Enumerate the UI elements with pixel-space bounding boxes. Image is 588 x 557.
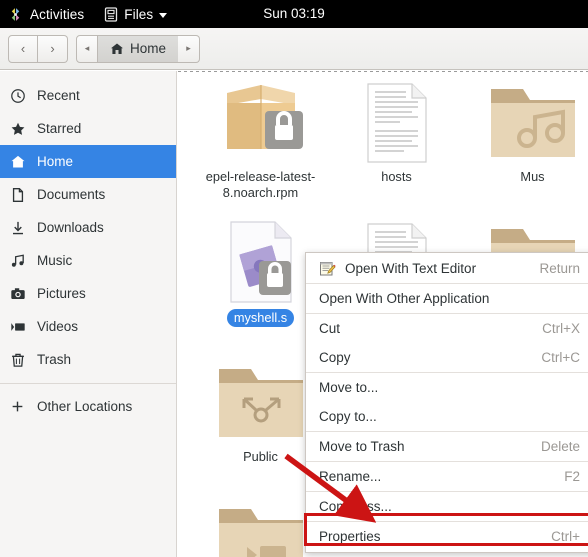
menu-item-label: Move to... xyxy=(319,380,379,395)
music-folder-icon xyxy=(487,75,579,163)
menu-item-label: Move to Trash xyxy=(319,439,405,454)
back-button[interactable]: ‹ xyxy=(8,34,38,63)
menu-item-copy-to[interactable]: Copy to... xyxy=(306,402,588,431)
app-menu-label: Files xyxy=(124,6,154,22)
public-folder-icon xyxy=(215,355,307,443)
menu-item-label: Compress... xyxy=(319,499,392,514)
menu-item-open-with-other-application[interactable]: Open With Other Application xyxy=(306,284,588,313)
breadcrumb-home[interactable]: Home xyxy=(98,34,179,63)
chevron-down-icon xyxy=(159,12,168,18)
sidebar-item-videos[interactable]: Videos xyxy=(0,310,176,343)
sidebar-item-label: Starred xyxy=(37,121,82,136)
menu-item-label: Copy xyxy=(319,350,351,365)
files-app-icon xyxy=(104,6,118,22)
file-label: Mus xyxy=(520,169,545,184)
sidebar: Recent Starred Home Documents Downloads Music… xyxy=(0,71,177,557)
path-scroll-left-button[interactable]: ◂ xyxy=(76,34,98,63)
file-context-menu[interactable]: Open With Text Editor Return Open With Oth… xyxy=(305,252,588,553)
menu-item-shortcut: F2 xyxy=(564,469,580,484)
sidebar-item-starred[interactable]: Starred xyxy=(0,112,176,145)
activities-pinwheel-icon xyxy=(8,7,23,22)
sidebar-item-label: Recent xyxy=(37,88,80,103)
activities-label: Activities xyxy=(30,6,85,22)
text-document-icon xyxy=(366,75,428,163)
menu-item-label: Properties xyxy=(319,529,381,544)
file-manager-window: Activities Files Sun 03:19 ‹ › ◂ Home ▸ … xyxy=(0,0,588,557)
sidebar-item-pictures[interactable]: Pictures xyxy=(0,277,176,310)
menu-item-label: Rename... xyxy=(319,469,382,484)
sidebar-item-label: Videos xyxy=(37,319,79,334)
file-item[interactable]: Mus xyxy=(465,75,588,185)
menu-item-shortcut: Ctrl+C xyxy=(541,350,580,365)
path-bar: ◂ Home ▸ xyxy=(76,34,201,63)
file-label: epel-release-latest-8.noarch.rpm xyxy=(205,169,316,200)
menu-item-rename[interactable]: Rename... F2 xyxy=(306,462,588,491)
file-label: myshell.s xyxy=(226,309,295,327)
menu-item-shortcut: Return xyxy=(539,261,580,276)
sidebar-item-label: Home xyxy=(37,154,74,169)
menu-item-label: Copy to... xyxy=(319,409,377,424)
sidebar-item-recent[interactable]: Recent xyxy=(0,79,176,112)
menu-item-label: Open With Text Editor xyxy=(345,261,477,276)
menu-item-move-to[interactable]: Move to... xyxy=(306,373,588,402)
script-locked-icon xyxy=(229,215,293,303)
document-icon xyxy=(9,186,26,203)
package-locked-icon xyxy=(213,75,309,163)
plus-icon xyxy=(9,398,26,415)
sidebar-item-downloads[interactable]: Downloads xyxy=(0,211,176,244)
history-button-group: ‹ › xyxy=(8,34,68,63)
forward-button[interactable]: › xyxy=(38,34,68,63)
sidebar-item-documents[interactable]: Documents xyxy=(0,178,176,211)
download-icon xyxy=(9,219,26,236)
clock-icon xyxy=(9,87,26,104)
music-icon xyxy=(9,252,26,269)
sidebar-item-label: Downloads xyxy=(37,220,104,235)
home-icon xyxy=(9,153,26,170)
file-item[interactable]: epel-release-latest-8.noarch.rpm xyxy=(193,75,328,201)
sidebar-item-label: Pictures xyxy=(37,286,86,301)
menu-item-open-with-text-editor[interactable]: Open With Text Editor Return xyxy=(306,254,588,283)
path-scroll-right-button[interactable]: ▸ xyxy=(178,34,201,63)
menu-item-shortcut: Delete xyxy=(540,439,580,454)
breadcrumb-home-label: Home xyxy=(130,41,167,56)
sidebar-item-other-locations[interactable]: Other Locations xyxy=(0,390,176,423)
menu-item-label: Open With Other Application xyxy=(319,291,490,306)
file-item[interactable]: hosts xyxy=(329,75,464,185)
sidebar-item-trash[interactable]: Trash xyxy=(0,343,176,376)
menu-item-properties[interactable]: Properties Ctrl+ xyxy=(306,522,588,551)
sidebar-item-music[interactable]: Music xyxy=(0,244,176,277)
sidebar-item-label: Documents xyxy=(37,187,106,202)
home-icon xyxy=(110,42,124,56)
menu-item-compress[interactable]: Compress... xyxy=(306,492,588,521)
star-icon xyxy=(9,120,26,137)
menu-item-shortcut: Ctrl+X xyxy=(542,321,580,336)
menu-item-label: Cut xyxy=(319,321,341,336)
sidebar-item-label: Trash xyxy=(37,352,72,367)
text-editor-icon xyxy=(319,260,336,277)
menu-item-cut[interactable]: Cut Ctrl+X xyxy=(306,314,588,343)
menu-item-copy[interactable]: Copy Ctrl+C xyxy=(306,343,588,372)
menu-item-move-to-trash[interactable]: Move to Trash Delete xyxy=(306,432,588,461)
app-menu-button[interactable]: Files xyxy=(94,0,177,28)
sidebar-item-label: Music xyxy=(37,253,73,268)
activities-button[interactable]: Activities xyxy=(0,0,94,28)
camera-icon xyxy=(9,285,26,302)
sidebar-item-label: Other Locations xyxy=(37,399,133,414)
trash-icon xyxy=(9,351,26,368)
gnome-top-bar: Activities Files Sun 03:19 xyxy=(0,0,588,28)
view-top-divider xyxy=(178,71,588,72)
video-icon xyxy=(9,318,26,335)
sidebar-item-home[interactable]: Home xyxy=(0,145,176,178)
file-label: hosts xyxy=(381,169,412,184)
menu-item-shortcut: Ctrl+ xyxy=(551,529,580,544)
video-folder-icon xyxy=(215,495,307,557)
sidebar-divider xyxy=(0,383,176,384)
navigation-toolbar: ‹ › ◂ Home ▸ xyxy=(0,28,588,70)
